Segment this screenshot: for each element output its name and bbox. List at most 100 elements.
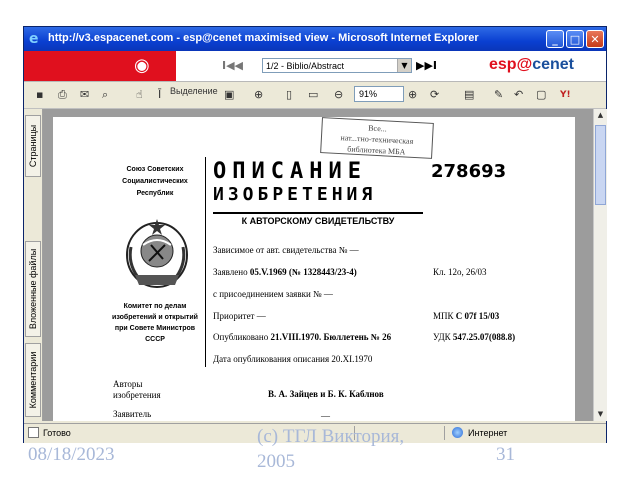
espacenet-header: ◉ I◀◀ 1/2 - Biblio/Abstract ▼ ▶▶I esp@ce… bbox=[24, 51, 606, 82]
slide-date: 08/18/2023 bbox=[28, 444, 115, 465]
yahoo-icon[interactable]: Y! bbox=[560, 86, 571, 104]
select-text-icon[interactable]: Ī bbox=[158, 86, 161, 104]
doc-title-line2: ИЗОБРЕТЕНИЯ bbox=[213, 184, 377, 205]
comment-icon[interactable]: ▤ bbox=[464, 86, 474, 104]
zone-text: Интернет bbox=[468, 428, 508, 438]
chevron-down-icon[interactable]: ▼ bbox=[397, 59, 411, 72]
zoom-level-field[interactable]: 91% bbox=[354, 86, 404, 102]
save-icon[interactable]: ▪ bbox=[36, 86, 43, 104]
swirl-icon: ◉ bbox=[134, 55, 150, 76]
document-viewer[interactable]: Все... нат...тно-техническая библиотека … bbox=[43, 109, 593, 421]
class-value: 12o, 26/03 bbox=[448, 267, 487, 277]
ussr-emblem bbox=[126, 219, 188, 288]
zoom-value: 91% bbox=[359, 89, 378, 99]
zoom-icon[interactable]: ⊕ bbox=[254, 86, 263, 104]
class-field: Кл. 12o, 26/03 bbox=[433, 267, 487, 277]
authors-label-line: изобретения bbox=[113, 390, 161, 400]
brand-prefix: esp bbox=[489, 56, 517, 73]
email-icon[interactable]: ✉ bbox=[80, 86, 89, 104]
document-icon[interactable]: ▢ bbox=[536, 86, 546, 104]
internet-zone-icon bbox=[452, 427, 463, 438]
select-tool-label[interactable]: Выделение bbox=[170, 86, 218, 104]
authors-label: Авторы изобретения bbox=[113, 379, 161, 401]
applicant-label: Заявитель bbox=[113, 409, 152, 419]
find-icon[interactable]: ⌕ bbox=[102, 86, 108, 104]
last-page-button[interactable]: ▶▶I bbox=[416, 59, 437, 72]
attach-icon[interactable]: ✎ bbox=[494, 86, 503, 104]
minimize-button[interactable]: _ bbox=[546, 30, 564, 48]
print-icon[interactable]: ⎙ bbox=[58, 86, 67, 104]
ie-icon: e bbox=[29, 31, 39, 47]
slide-number: 31 bbox=[496, 444, 515, 465]
filed-label: Заявлено bbox=[213, 267, 248, 277]
ipc-value: C 07f 15/03 bbox=[455, 311, 500, 321]
tab-attachments-label: Вложенные файлы bbox=[28, 248, 38, 330]
fit-page-icon[interactable]: ▭ bbox=[308, 86, 318, 104]
applicant-value: — bbox=[321, 411, 330, 421]
org-line: Социалистических bbox=[122, 178, 188, 185]
tab-pages[interactable]: Страницы bbox=[25, 115, 41, 177]
snapshot-icon[interactable]: ▣ bbox=[224, 86, 234, 104]
maximize-button[interactable]: □ bbox=[566, 30, 584, 48]
org-name: Союз Советских Социалистических Республи… bbox=[105, 164, 205, 200]
status-text: Готово bbox=[43, 428, 71, 438]
status-divider bbox=[444, 426, 445, 440]
side-panel: Страницы Вложенные файлы Комментарии bbox=[24, 109, 43, 421]
slide-footer-text: (c) ТГЛ Виктория, 2005 bbox=[257, 424, 404, 474]
authors-value: В. А. Зайцев и Б. К. Каблнов bbox=[268, 389, 384, 399]
divider-line bbox=[205, 157, 206, 367]
document-page: Все... нат...тно-техническая библиотека … bbox=[53, 117, 575, 421]
published-value: 21.VIII.1970. Бюллетень № 26 bbox=[270, 332, 392, 342]
description-date-field: Дата опубликования описания 20.XI.1970 bbox=[213, 354, 373, 364]
library-stamp: Все... нат...тно-техническая библиотека … bbox=[320, 117, 434, 159]
pdf-toolbar: ▪ ⎙ ✉ ⌕ ☝ Ī Выделение ▣ ⊕ ▯ ▭ ⊖ 91% ⊕ ⟳ … bbox=[24, 82, 606, 109]
espacenet-logo: ◉ bbox=[24, 51, 176, 81]
committee-line: изобретений и открытий bbox=[112, 314, 198, 321]
footer-line: 2005 bbox=[257, 451, 295, 472]
filed-value: 05.V.1969 (№ 1328443/23-4) bbox=[249, 267, 357, 277]
committee-line: Комитет по делам bbox=[123, 303, 187, 310]
scroll-down-icon[interactable]: ▼ bbox=[594, 408, 607, 421]
undo-icon[interactable]: ↶ bbox=[514, 86, 523, 104]
authors-label-line: Авторы bbox=[113, 379, 143, 389]
brand-at: @ bbox=[516, 56, 533, 73]
title-bar[interactable]: e http://v3.espacenet.com - esp@cenet ma… bbox=[24, 27, 606, 51]
tab-pages-label: Страницы bbox=[28, 124, 38, 168]
brand-suffix: cenet bbox=[532, 56, 574, 73]
rotate-icon[interactable]: ⟳ bbox=[430, 86, 439, 104]
ie-window: e http://v3.espacenet.com - esp@cenet ma… bbox=[23, 26, 607, 443]
espacenet-brand: esp@cenet bbox=[489, 56, 574, 74]
doc-number: 278693 bbox=[431, 161, 507, 182]
filed-field: Заявлено 05.V.1969 (№ 1328443/23-4) bbox=[213, 267, 357, 277]
committee-line: при Совете Министров bbox=[114, 325, 196, 332]
zoom-out-icon[interactable]: ⊖ bbox=[334, 86, 343, 104]
actual-size-icon[interactable]: ▯ bbox=[286, 86, 292, 104]
doc-subtitle: К АВТОРСКОМУ СВИДЕТЕЛЬСТВУ bbox=[213, 212, 423, 226]
scroll-thumb[interactable] bbox=[595, 125, 606, 205]
zoom-in-icon[interactable]: ⊕ bbox=[408, 86, 417, 104]
udc-field: УДК 547.25.07(088.8) bbox=[433, 332, 515, 342]
scroll-up-icon[interactable]: ▲ bbox=[594, 109, 607, 122]
class-label: Кл. bbox=[433, 267, 446, 277]
committee-line: СССР bbox=[145, 336, 165, 343]
udc-value: 547.25.07(088.8) bbox=[452, 332, 516, 342]
close-button[interactable]: ✕ bbox=[586, 30, 604, 48]
hand-tool-icon[interactable]: ☝ bbox=[136, 86, 143, 104]
published-field: Опубликовано 21.VIII.1970. Бюллетень № 2… bbox=[213, 332, 391, 342]
published-label: Опубликовано bbox=[213, 332, 269, 342]
footer-line: (c) ТГЛ Виктория, bbox=[257, 426, 405, 447]
page-status-icon bbox=[28, 427, 39, 438]
joined-application-field: с присоединением заявки № — bbox=[213, 289, 333, 299]
page-select[interactable]: 1/2 - Biblio/Abstract ▼ bbox=[262, 58, 412, 73]
vertical-scrollbar[interactable]: ▲ ▼ bbox=[593, 109, 607, 421]
org-line: Союз Советских bbox=[126, 166, 184, 173]
ipc-field: МПК C 07f 15/03 bbox=[433, 311, 499, 321]
tab-comments-label: Комментарии bbox=[28, 351, 38, 409]
first-page-button[interactable]: I◀◀ bbox=[222, 59, 243, 72]
doc-title-line1: ОПИСАНИЕ bbox=[213, 159, 367, 184]
tab-comments[interactable]: Комментарии bbox=[25, 343, 41, 417]
dependent-field: Зависимое от авт. свидетельства № — bbox=[213, 245, 359, 255]
window-title: http://v3.espacenet.com - esp@cenet maxi… bbox=[48, 32, 479, 44]
tab-attachments[interactable]: Вложенные файлы bbox=[25, 241, 41, 337]
udc-label: УДК bbox=[433, 332, 451, 342]
